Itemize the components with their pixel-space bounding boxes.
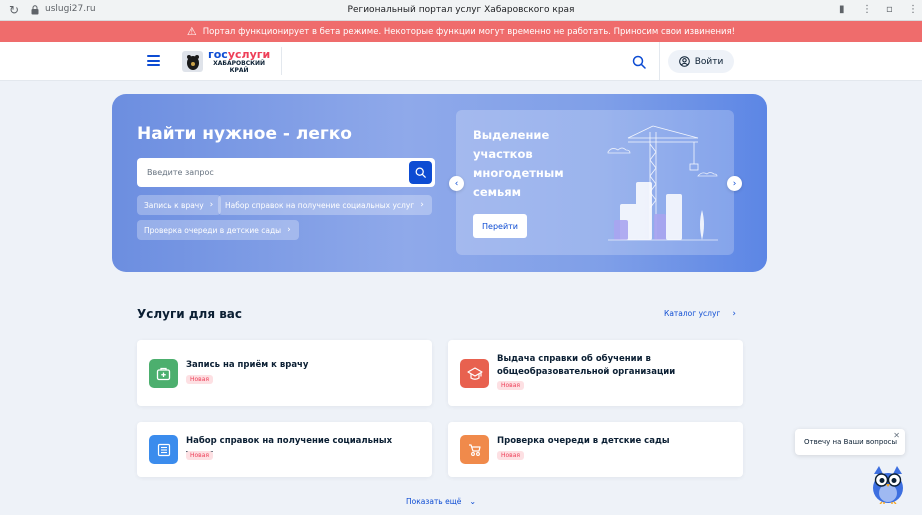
bookmark-icon[interactable]: ▮ — [839, 4, 845, 15]
services-section-title: Услуги для вас — [137, 307, 242, 321]
close-icon[interactable]: ✕ — [893, 431, 900, 440]
document-list-icon — [149, 435, 178, 464]
quick-link-kindergarten-queue[interactable]: Проверка очереди в детские сады › — [137, 220, 299, 240]
quick-link-label: Запись к врачу — [144, 200, 204, 210]
quick-link-social-certificates[interactable]: Набор справок на получение социальных ус… — [218, 195, 432, 215]
graduation-cap-icon — [460, 359, 489, 388]
gosuslugi-logo[interactable]: госуслуги ХАБАРОВСКИЙ КРАЙ — [182, 49, 270, 74]
promo-title: Выделение участков многодетным семьям — [473, 128, 564, 199]
login-label: Войти — [694, 56, 724, 67]
service-card-doctor[interactable]: Запись на приём к врачу Новая — [137, 340, 432, 406]
service-card-title: Набор справок на получение социальных ус… — [186, 436, 393, 459]
new-badge: Новая — [186, 375, 214, 384]
promo-banner[interactable]: Выделение участков многодетным семьям Пе… — [456, 110, 734, 255]
service-card-title: Запись на приём к врачу — [186, 360, 309, 370]
chevron-left-icon: ‹ — [454, 178, 459, 189]
service-card-school-certificate[interactable]: Выдача справки об обучении в общеобразов… — [448, 340, 743, 406]
service-card-kindergarten-queue[interactable]: Проверка очереди в детские сады Новая — [448, 422, 743, 477]
new-badge: Новая — [497, 381, 525, 390]
more-icon[interactable]: ⋮ — [908, 4, 918, 15]
search-submit-button[interactable] — [409, 161, 432, 184]
show-more-label: Показать ещё — [406, 497, 462, 506]
user-icon — [678, 56, 690, 67]
logo-region-line2: КРАЙ — [229, 67, 249, 74]
login-button[interactable]: Войти — [668, 50, 734, 73]
catalog-link-label: Каталог услуг — [664, 309, 721, 318]
search-input[interactable] — [137, 158, 407, 187]
carousel-prev-button[interactable]: ‹ — [449, 176, 464, 191]
browser-toolbar: ↻ uslugi27.ru Региональный портал услуг … — [0, 0, 922, 21]
chevron-down-icon: ⌄ — [469, 497, 477, 506]
catalog-link[interactable]: Каталог услуг › — [664, 309, 736, 319]
menu-burger-icon[interactable] — [147, 55, 160, 66]
new-badge: Новая — [186, 451, 214, 460]
show-more-button[interactable]: Показать ещё ⌄ — [406, 497, 476, 506]
medical-kit-icon — [149, 359, 178, 388]
hero-title: Найти нужное - легко — [137, 124, 352, 144]
new-badge: Новая — [497, 451, 525, 460]
service-card-title: Выдача справки об обучении в общеобразов… — [497, 354, 676, 377]
chat-bubble-text: Отвечу на Ваши вопросы — [804, 438, 897, 446]
logo-divider — [281, 47, 282, 75]
reading-list-icon[interactable]: ▫ — [886, 4, 893, 15]
chevron-right-icon: › — [287, 225, 291, 235]
beta-banner: ⚠ Портал функционирует в бета режиме. Не… — [0, 21, 922, 42]
search-icon — [415, 167, 426, 178]
owl-assistant-icon[interactable] — [870, 462, 906, 504]
menu-dots-icon[interactable]: ⋮ — [862, 4, 872, 15]
quick-link-doctor[interactable]: Запись к врачу › — [137, 195, 222, 215]
construction-crane-illustration — [607, 125, 718, 241]
search-icon[interactable] — [632, 55, 646, 69]
quick-link-label: Проверка очереди в детские сады — [144, 225, 282, 235]
chevron-right-icon: › — [732, 178, 737, 189]
hero-search-box — [137, 158, 435, 187]
quick-link-label: Набор справок на получение социальных ус… — [225, 200, 415, 210]
chevron-right-icon: › — [732, 309, 736, 319]
carousel-next-button[interactable]: › — [727, 176, 742, 191]
chat-bubble[interactable]: Отвечу на Ваши вопросы ✕ — [795, 429, 905, 455]
site-header: госуслуги ХАБАРОВСКИЙ КРАЙ Войти — [0, 42, 922, 81]
tab-title: Региональный портал услуг Хабаровского к… — [347, 5, 575, 15]
chevron-right-icon: › — [209, 200, 214, 210]
service-card-title: Проверка очереди в детские сады — [497, 436, 670, 446]
promo-go-button[interactable]: Перейти — [473, 214, 527, 238]
stroller-icon — [460, 435, 489, 464]
chevron-right-icon: › — [420, 200, 424, 210]
warning-icon: ⚠ — [186, 24, 197, 38]
service-card-social-certificates[interactable]: Набор справок на получение социальных ус… — [137, 422, 432, 477]
header-divider — [659, 42, 660, 81]
bear-emblem-icon — [182, 51, 203, 72]
hero-section: Найти нужное - легко Запись к врачу › Наб… — [112, 94, 767, 272]
beta-banner-text: Портал функционирует в бета режиме. Неко… — [202, 26, 736, 37]
